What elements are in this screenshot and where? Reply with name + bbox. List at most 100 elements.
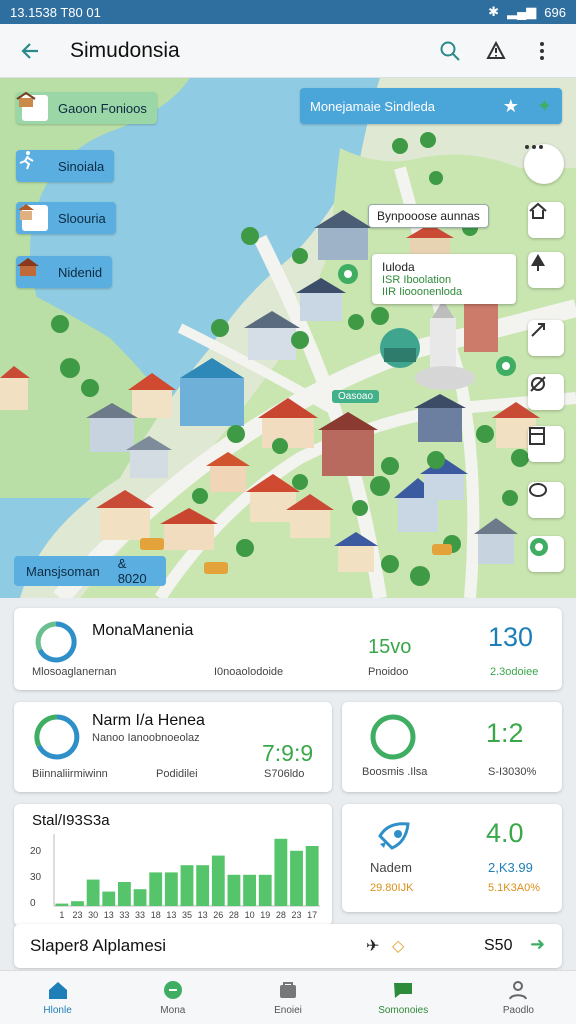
nav-profile[interactable]: Paodlo — [461, 971, 576, 1024]
x-tick-label: 28 — [276, 910, 286, 920]
battery-text: 696 — [544, 4, 566, 20]
more-button[interactable] — [522, 31, 562, 71]
right-card-footer-left: Boosmis .Ilsa — [362, 766, 428, 778]
map-pin-icon — [160, 979, 186, 1001]
tool-chat-button[interactable] — [528, 482, 564, 518]
layer-chip-1[interactable]: Gaoon Fonioos — [16, 92, 157, 124]
info-popup-line3: IIR Iiooonenloda — [382, 286, 463, 298]
tool-route-button[interactable] — [528, 374, 564, 410]
y-tick-label: 0 — [30, 898, 36, 909]
map-summary-chip[interactable]: Mansjsoman & 8020 — [14, 556, 166, 586]
layer-chip-3[interactable]: Sloouria — [16, 202, 116, 234]
x-tick-label: 13 — [104, 910, 114, 920]
nav-shop[interactable]: Enoiei — [230, 971, 345, 1024]
x-tick-label: 13 — [166, 910, 176, 920]
house-icon — [529, 202, 547, 219]
action-row-value: S50 — [484, 937, 513, 954]
x-tick-label: 1 — [59, 910, 64, 920]
star-icon[interactable]: ★ — [503, 96, 519, 117]
app-bar: Simudonsia — [0, 24, 576, 78]
tool-compass-button[interactable] — [528, 320, 564, 356]
layer-chip-4[interactable]: Nidenid — [16, 256, 113, 288]
profile-icon — [505, 979, 531, 1001]
nav-map-label: Mona — [160, 1005, 186, 1016]
walker-icon — [19, 151, 48, 179]
back-button[interactable] — [14, 35, 46, 67]
chart-bar — [211, 855, 225, 906]
nav-home[interactable]: Hlonle — [0, 971, 115, 1024]
chat-icon — [529, 483, 547, 497]
tool-tree-button[interactable] — [528, 252, 564, 288]
x-tick-label: 13 — [198, 910, 208, 920]
marker-tag[interactable]: Oasoao — [332, 390, 380, 403]
nav-messages[interactable]: Somonoies — [346, 971, 461, 1024]
home-icon — [45, 979, 71, 1001]
mode-banner-label: Monejamaie Sindleda — [310, 98, 436, 114]
search-button[interactable] — [430, 31, 470, 71]
info-popup-line1: Iuloda — [382, 260, 415, 274]
left-card-title: Narm I/a Henea — [92, 712, 205, 729]
arrow-right-icon[interactable]: ➜ — [530, 934, 545, 955]
x-tick-label: 33 — [135, 910, 145, 920]
action-row[interactable]: Slaper8 Alplamesi ✈ ◇ S50 ➜ — [14, 924, 562, 968]
panel-icon — [529, 427, 545, 445]
x-tick-label: 17 — [307, 910, 317, 920]
action-row-label: Slaper8 Alplamesi — [30, 936, 167, 955]
x-tick-label: 10 — [245, 910, 255, 920]
info-popup[interactable]: Iuloda ISR Iboolation IIR Iiooonenloda — [372, 254, 516, 304]
progress-ring — [35, 621, 77, 663]
chart-bar — [86, 879, 100, 906]
main-card-subtitle: Mlosoaglanernan — [32, 666, 117, 678]
house-icon — [17, 258, 48, 285]
status-time: 13.1538 T80 01 — [10, 4, 101, 20]
chart-bar — [133, 889, 147, 906]
nav-map[interactable]: Mona — [115, 971, 230, 1024]
camera-icon — [530, 538, 548, 556]
temple-icon — [18, 204, 48, 231]
chart-bar — [71, 901, 84, 906]
main-stat-card[interactable]: MonaManenia Mlosoaglanernan I0noaolodoid… — [14, 608, 562, 690]
chart-bar — [196, 865, 210, 906]
tool-house-button[interactable] — [528, 202, 564, 238]
bag-icon — [275, 979, 301, 1001]
chart-bar — [290, 850, 303, 906]
map-summary-label: Mansjsoman — [26, 563, 100, 579]
main-card-value-left-label: Pnoidoo — [368, 666, 409, 678]
chart-bar — [55, 903, 69, 906]
chart-bar — [305, 846, 319, 906]
x-tick-label: 23 — [72, 910, 82, 920]
alert-button[interactable] — [476, 31, 516, 71]
chart-bar — [227, 874, 241, 906]
mode-banner[interactable]: Monejamaie Sindleda ★ ✦ — [300, 88, 562, 124]
left-card-subtitle: Nanoo Ianoobnoeolaz — [92, 732, 200, 744]
chart-bar — [243, 874, 257, 906]
tool-camera-button[interactable] — [528, 536, 564, 572]
layer-label-4: Nidenid — [58, 264, 103, 280]
more-tools-button[interactable] — [524, 144, 564, 184]
status-icons: ✱ ▂▄▆ 696 — [488, 4, 566, 20]
chart-bar — [258, 874, 272, 906]
diamond-icon: ◇ — [392, 938, 405, 955]
x-tick-label: 19 — [260, 910, 270, 920]
city-map[interactable]: Gaoon Fonioos Sinoiala Sloouria Nidenid … — [0, 78, 576, 598]
building-icon — [16, 92, 48, 121]
more-icon — [525, 145, 543, 149]
stat2-value2: 2,K3.99 — [488, 860, 533, 875]
main-card-title: MonaManenia — [92, 622, 194, 639]
bar-chart: 20 30 0 1 23 30 13 33 33 18 13 35 13 26 28 10 19 28 23 17 — [30, 834, 320, 920]
plus-icon[interactable]: ✦ — [537, 96, 552, 117]
stat2-card[interactable]: 4.0 Nadem 2,K3.99 29.80IJK 5.1K3A0% — [342, 804, 562, 912]
search-icon — [440, 41, 460, 61]
left-stat-card[interactable]: Narm I/a Henea Nanoo Ianoobnoeolaz Biinn… — [14, 702, 332, 792]
main-card-mid-label: I0noaolodoide — [214, 666, 284, 678]
layer-chip-2[interactable]: Sinoiala — [16, 150, 115, 182]
info-popup-line2: ISR Iboolation — [382, 274, 452, 286]
map-callout: Bynpooose aunnas — [368, 204, 489, 228]
right-stat-card[interactable]: 1:2 Boosmis .Ilsa S-I3030% — [342, 702, 562, 792]
chart-card[interactable]: Stal/I93S3a 20 30 0 1 23 30 13 33 33 18 13 35 13 26 28… — [14, 804, 332, 926]
compass-icon — [531, 323, 545, 337]
map-summary-value: & 8020 — [117, 556, 147, 586]
alert-icon — [486, 40, 506, 59]
tool-panel-button[interactable] — [528, 426, 564, 462]
page-title: Simudonsia — [70, 38, 180, 62]
